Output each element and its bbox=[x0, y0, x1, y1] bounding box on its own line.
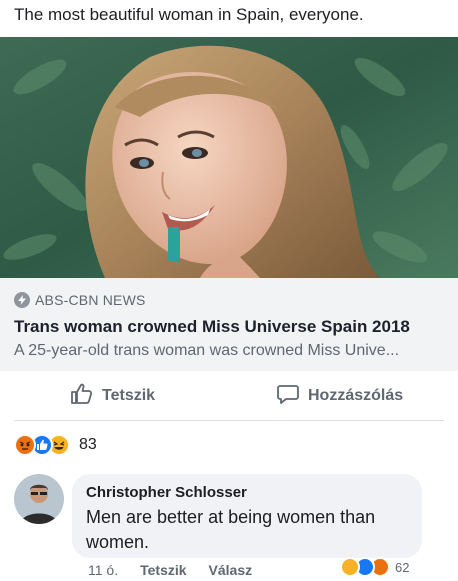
like-button-label: Tetszik bbox=[102, 387, 156, 404]
comment-footer: 11 ó. Tetszik Válasz bbox=[88, 562, 252, 578]
link-title[interactable]: Trans woman crowned Miss Universe Spain … bbox=[14, 317, 410, 337]
comment-author[interactable]: Christopher Schlosser bbox=[86, 484, 247, 501]
facebook-post: The most beautiful woman in Spain, every… bbox=[0, 0, 458, 581]
thumbs-up-icon bbox=[70, 382, 94, 411]
reactions-count: 83 bbox=[79, 436, 97, 453]
link-description: A 25-year-old trans woman was crowned Mi… bbox=[14, 342, 400, 359]
comment-reply-button[interactable]: Válasz bbox=[209, 562, 253, 578]
link-preview-image[interactable] bbox=[0, 37, 458, 278]
lightning-icon bbox=[14, 292, 30, 308]
speech-bubble-icon bbox=[276, 382, 300, 411]
comment-timestamp[interactable]: 11 ó. bbox=[88, 562, 118, 578]
woman-portrait-photo bbox=[0, 37, 458, 278]
angry-reaction-icon bbox=[14, 434, 36, 456]
comment-button[interactable]: Hozzászólás bbox=[276, 380, 403, 412]
like-button[interactable]: Tetszik bbox=[70, 380, 155, 412]
divider bbox=[14, 420, 444, 421]
comment-reactions-count: 62 bbox=[395, 559, 410, 575]
link-preview-meta[interactable]: ABS-CBN NEWS Trans woman crowned Miss Un… bbox=[0, 278, 458, 371]
comment-text: Men are better at being women than women… bbox=[86, 507, 376, 552]
comment-like-button[interactable]: Tetszik bbox=[140, 562, 186, 578]
post-text: The most beautiful woman in Spain, every… bbox=[14, 5, 364, 24]
haha-reaction-icon bbox=[340, 557, 360, 577]
comment-reactions-summary[interactable]: 62 bbox=[340, 556, 409, 578]
link-source-label: ABS-CBN NEWS bbox=[35, 292, 146, 308]
comment-button-label: Hozzászólás bbox=[308, 387, 404, 404]
reactions-summary[interactable]: 83 bbox=[14, 432, 97, 458]
comment-bubble: Christopher Schlosser Men are better at … bbox=[72, 474, 422, 558]
avatar[interactable] bbox=[14, 474, 64, 524]
link-source: ABS-CBN NEWS bbox=[14, 292, 146, 308]
